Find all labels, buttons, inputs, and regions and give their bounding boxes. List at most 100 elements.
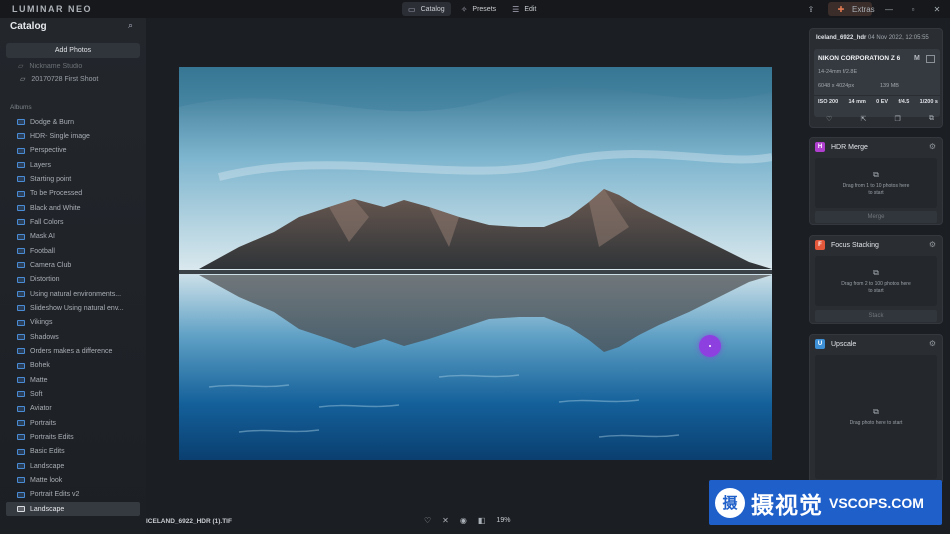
tab-presets[interactable]: ✧ Presets xyxy=(455,2,502,16)
watermark-seal: 摄 xyxy=(715,487,745,518)
sidebar-album-item[interactable]: Perspective xyxy=(6,144,140,158)
sidebar-album-item[interactable]: Fall Colors xyxy=(6,215,140,229)
sidebar-album-item[interactable]: Soft xyxy=(6,387,140,401)
favorite-icon[interactable]: ♡ xyxy=(424,516,431,525)
sidebar-album-item[interactable]: Portraits Edits xyxy=(6,430,140,444)
album-icon xyxy=(17,205,25,212)
sidebar-album-item[interactable]: Using natural environments... xyxy=(6,287,140,301)
sidebar-album-item[interactable]: Aviator xyxy=(6,402,140,416)
watermark-site: VSCOPS.COM xyxy=(829,494,924,511)
sidebar-album-item[interactable]: HDR- Single image xyxy=(6,129,140,143)
gear-icon[interactable]: ⚙ xyxy=(929,240,936,249)
watermark-chinese: 摄视觉 xyxy=(751,491,823,518)
reject-icon[interactable]: ✕ xyxy=(442,516,449,525)
add-photos-button[interactable]: Add Photos xyxy=(6,43,140,58)
albums-heading: Albums xyxy=(10,104,32,111)
hdr-drop-text: Drag from 1 to 10 photos here to start xyxy=(842,183,910,196)
focus-stacking-panel: F Focus Stacking ⚙ ⧉ Drag from 2 to 100 … xyxy=(809,235,943,324)
search-icon[interactable]: ⌕ xyxy=(128,20,133,31)
compare-icon[interactable]: ◧ xyxy=(478,516,486,525)
sidebar-album-item[interactable]: Landscape xyxy=(6,459,140,473)
sidebar-album-item[interactable]: Slideshow Using natural env... xyxy=(6,301,140,315)
maximize-icon[interactable]: ▫ xyxy=(906,5,920,14)
merge-button[interactable]: Merge xyxy=(815,211,937,223)
album-icon xyxy=(17,477,25,484)
sidebar-album-item[interactable]: Camera Club xyxy=(6,258,140,272)
top-bar: LUMINAR NEO ▭ Catalog ✧ Presets ☰ Edit ⇪… xyxy=(0,0,950,18)
sidebar-album-item[interactable]: Starting point xyxy=(6,172,140,186)
extras-button[interactable]: ✚ Extras xyxy=(828,2,875,16)
photo-preview[interactable] xyxy=(179,67,772,460)
heart-icon[interactable]: ♡ xyxy=(826,115,832,123)
duplicate-icon[interactable]: ❐ xyxy=(895,115,901,123)
sidebar-album-item[interactable]: Layers xyxy=(6,158,140,172)
album-icon xyxy=(17,133,25,140)
sidebar-album-item[interactable]: Dodge & Burn xyxy=(6,115,140,129)
sidebar-album-item[interactable]: Matte xyxy=(6,373,140,387)
album-label: Mask AI xyxy=(30,233,55,241)
folder-icon: ▱ xyxy=(18,63,24,70)
sidebar-album-item[interactable]: Orders makes a difference xyxy=(6,344,140,358)
close-icon[interactable]: ✕ xyxy=(930,5,944,14)
sidebar-album-item[interactable]: Distortion xyxy=(6,273,140,287)
tab-edit-label: Edit xyxy=(524,5,537,13)
album-label: Orders makes a difference xyxy=(30,347,113,355)
tab-edit[interactable]: ☰ Edit xyxy=(506,2,542,16)
focus-drop-zone[interactable]: ⧉ Drag from 2 to 100 photos here to star… xyxy=(815,256,937,306)
info-date: 04 Nov 2022, 12:05:55 xyxy=(868,35,929,41)
eye-icon[interactable]: ◉ xyxy=(460,516,467,525)
sidebar-album-item[interactable]: Basic Edits xyxy=(6,445,140,459)
sidebar-album-item[interactable]: Football xyxy=(6,244,140,258)
upscale-drop-zone[interactable]: ⧉ Drag photo here to start xyxy=(815,355,937,479)
album-label: Slideshow Using natural env... xyxy=(30,304,124,312)
sidebar-album-item[interactable]: Bohek xyxy=(6,359,140,373)
info-actions: ♡ ⇱ ❐ ⧉ xyxy=(826,115,934,123)
raw-file-icon xyxy=(926,55,935,63)
sidebar-album-item[interactable]: Landscape xyxy=(6,501,140,517)
sidebar-album-item[interactable]: Mask AI xyxy=(6,230,140,244)
hdr-drop-zone[interactable]: ⧉ Drag from 1 to 10 photos here to start xyxy=(815,158,937,208)
album-label: Matte look xyxy=(30,476,63,484)
gear-icon[interactable]: ⚙ xyxy=(929,339,936,348)
tab-presets-label: Presets xyxy=(472,5,497,13)
share-icon[interactable]: ⇪ xyxy=(804,5,818,14)
hdr-merge-title: HDR Merge xyxy=(831,143,868,151)
tab-catalog[interactable]: ▭ Catalog xyxy=(402,2,451,16)
extras-label: Extras xyxy=(852,4,875,14)
bottom-toolbar: ♡ ✕ ◉ ◧ 19% xyxy=(424,516,510,525)
album-label: To be Processed xyxy=(30,190,83,198)
zoom-level[interactable]: 19% xyxy=(496,517,510,524)
sidebar-album-item[interactable]: Black and White xyxy=(6,201,140,215)
focus-stacking-icon: F xyxy=(815,240,825,250)
sidebar-album-item[interactable]: Portrait Edits v2 xyxy=(6,488,140,502)
gear-icon[interactable]: ⚙ xyxy=(929,142,936,151)
upscale-icon: U xyxy=(815,339,825,349)
sidebar-album-item[interactable]: Vikings xyxy=(6,316,140,330)
copy-icon[interactable]: ⧉ xyxy=(929,115,934,123)
sidebar-album-item[interactable]: Matte look xyxy=(6,473,140,487)
album-label: Dodge & Burn xyxy=(30,118,74,126)
info-filename: Iceland_6922_hdr xyxy=(816,35,867,41)
sidebar-album-item[interactable]: Portraits xyxy=(6,416,140,430)
folder-item-first-shoot[interactable]: ▱ 20170728 First Shoot xyxy=(20,75,98,84)
folder-item-label: Nickname Studio xyxy=(29,62,83,70)
upscale-panel: U Upscale ⚙ ⧉ Drag photo here to start xyxy=(809,334,943,484)
folder-item[interactable]: ▱ Nickname Studio xyxy=(18,62,83,71)
minimize-icon[interactable]: — xyxy=(882,5,896,14)
sidebar-album-item[interactable]: To be Processed xyxy=(6,187,140,201)
album-icon xyxy=(17,119,25,126)
cursor-indicator xyxy=(699,335,721,357)
images-icon: ⧉ xyxy=(873,407,879,417)
folder-icon: ▱ xyxy=(20,76,26,83)
open-external-icon[interactable]: ⇱ xyxy=(860,115,866,123)
lens-info: 14-24mm f/2.8E xyxy=(818,69,858,75)
album-label: Portrait Edits v2 xyxy=(30,491,80,499)
exif-row: ISO 200 14 mm 0 EV f/4.5 1/200 s xyxy=(818,99,938,105)
camera-details: NIKON CORPORATION Z 6 M 14-24mm f/2.8E 6… xyxy=(814,49,940,117)
album-label: Vikings xyxy=(30,319,53,327)
stack-button[interactable]: Stack xyxy=(815,310,937,322)
catalog-sidebar: Catalog ⌕ Add Photos ▱ Nickname Studio ▱… xyxy=(0,18,146,534)
sidebar-album-item[interactable]: Shadows xyxy=(6,330,140,344)
album-icon xyxy=(17,219,25,226)
main-nav: ▭ Catalog ✧ Presets ☰ Edit xyxy=(402,2,542,16)
